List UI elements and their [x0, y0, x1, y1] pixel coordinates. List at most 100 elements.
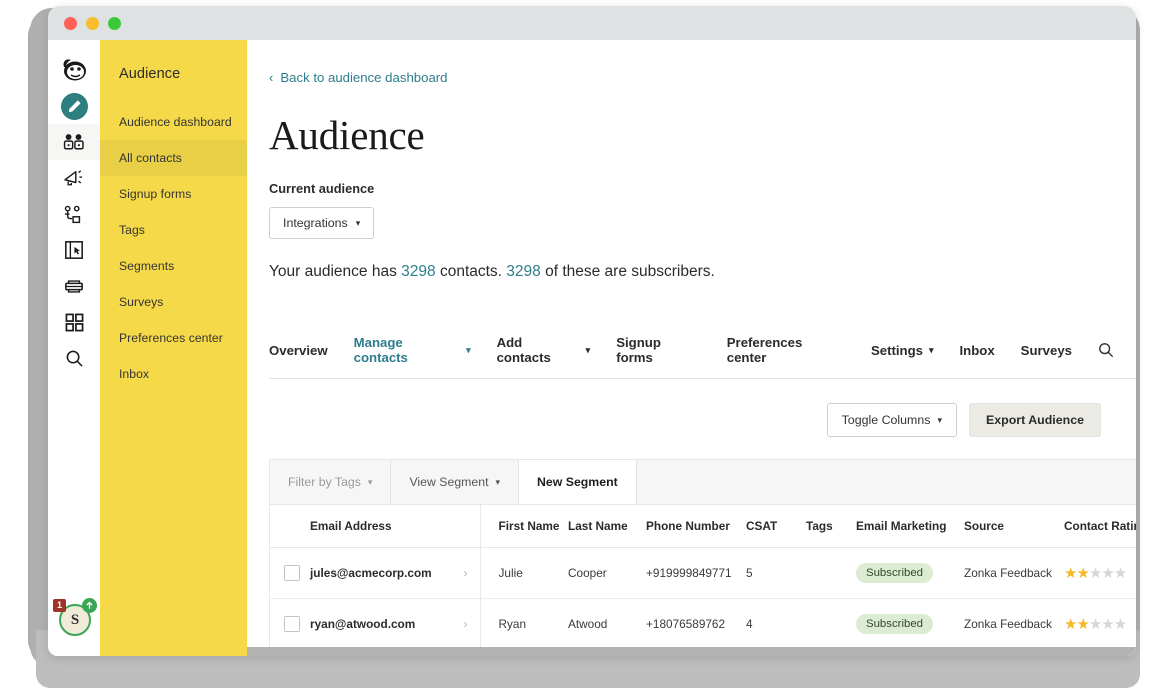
filter-by-tags-dropdown[interactable]: Filter by Tags ▾ [270, 460, 392, 504]
notification-badge[interactable]: 1 [53, 599, 66, 612]
row-source: Zonka Feedback [964, 598, 1064, 650]
window-titlebar [48, 6, 1136, 40]
campaign-pencil-icon[interactable] [48, 88, 100, 124]
chevron-down-icon: ▾ [466, 344, 471, 355]
maximize-button[interactable] [108, 16, 121, 30]
sidebar-item-audience-dashboard[interactable]: Audience dashboard [100, 104, 247, 140]
close-button[interactable] [64, 16, 77, 30]
toggle-columns-button[interactable]: Toggle Columns ▾ [826, 403, 957, 437]
sidebar-item-surveys[interactable]: Surveys [100, 284, 247, 320]
tab-settings[interactable]: Settings ▾ [871, 343, 934, 358]
row-email[interactable]: jules@acmecorp.com [310, 566, 432, 580]
main-tabbar: Overview Manage contacts ▾ Add contacts … [269, 335, 1136, 379]
page-title: Audience [269, 112, 425, 158]
view-segment-dropdown[interactable]: View Segment ▾ [391, 460, 520, 504]
current-audience-label: Current audience [269, 181, 375, 196]
contacts-table-head: Email Address First Name Last Name Phone… [270, 505, 1136, 548]
row-last-name: Cooper [568, 547, 646, 599]
chevron-down-icon: ▾ [928, 344, 934, 355]
chevron-right-icon[interactable]: › [464, 617, 468, 631]
audience-sidebar: Audience Audience dashboard All contacts… [100, 40, 247, 656]
chevron-down-icon: ▾ [355, 217, 361, 228]
tab-signup-forms-label: Signup forms [616, 335, 661, 365]
column-header-source[interactable]: Source [964, 505, 1064, 548]
column-header-email-marketing[interactable]: Email Marketing [856, 505, 964, 548]
tab-surveys-label: Surveys [1020, 342, 1072, 358]
tab-add-contacts[interactable]: Add contacts ▾ [497, 335, 591, 365]
column-header-last-name[interactable]: Last Name [568, 505, 646, 548]
chevron-down-icon: ▾ [937, 414, 942, 425]
table-row[interactable]: ryan@atwood.com › Ryan Atwood +180765897… [270, 598, 1136, 650]
main-content: ‹ Back to audience dashboard Audience Cu… [247, 40, 1136, 656]
horizontal-scrollbar[interactable] [247, 647, 1136, 656]
row-contact-rating[interactable]: ★★★★★ [1064, 598, 1136, 650]
back-to-audience-dashboard-link[interactable]: ‹ Back to audience dashboard [269, 70, 1136, 85]
row-checkbox-cell [270, 598, 310, 650]
sidebar-item-inbox[interactable]: Inbox [100, 356, 247, 392]
column-header-email[interactable]: Email Address [310, 505, 481, 548]
sidebar-title: Audience [119, 66, 181, 82]
row-checkbox[interactable] [284, 565, 300, 581]
search-icon[interactable] [48, 340, 100, 376]
tab-inbox[interactable]: Inbox [960, 343, 995, 358]
export-audience-button[interactable]: Export Audience [969, 403, 1101, 437]
integrations-dropdown[interactable]: Integrations ▾ [269, 207, 375, 239]
row-csat: 5 [746, 547, 806, 599]
chevron-right-icon[interactable]: › [464, 566, 468, 580]
subscribers-count[interactable]: 3298 [506, 263, 540, 280]
column-header-phone-number[interactable]: Phone Number [646, 505, 746, 548]
integrations-label: Integrations [283, 216, 348, 230]
column-header-first-name[interactable]: First Name [480, 505, 568, 548]
column-header-contact-rating[interactable]: Contact Rating [1064, 505, 1136, 548]
tabbar-search-icon[interactable] [1098, 342, 1114, 358]
table-header-row: Email Address First Name Last Name Phone… [270, 505, 1136, 548]
row-checkbox[interactable] [284, 616, 300, 632]
sidebar-item-signup-forms[interactable]: Signup forms [100, 176, 247, 212]
row-contact-rating[interactable]: ★★★★★ [1064, 547, 1136, 599]
sidebar-item-segments[interactable]: Segments [100, 248, 247, 284]
column-header-csat[interactable]: CSAT [746, 505, 806, 548]
minimize-button[interactable] [86, 16, 99, 30]
row-phone: +919999849771 [646, 547, 746, 599]
grid-apps-icon[interactable] [48, 304, 100, 340]
postcard-icon[interactable] [48, 268, 100, 304]
app-body: S 1 Audience Audience dashboard All cont… [48, 40, 1136, 656]
tab-preferences-center[interactable]: Preferences center [727, 335, 845, 365]
row-phone: +18076589762 [646, 598, 746, 650]
megaphone-icon[interactable] [48, 160, 100, 196]
sidebar-item-preferences-center[interactable]: Preferences center [100, 320, 247, 356]
status-badge: Subscribed [856, 563, 933, 583]
sidebar-item-tags[interactable]: Tags [100, 212, 247, 248]
user-avatar-group[interactable]: S 1 [53, 598, 97, 638]
column-header-tags[interactable]: Tags [806, 505, 856, 548]
row-email-marketing: Subscribed [856, 547, 964, 599]
icon-rail: S 1 [48, 40, 100, 656]
status-badge: Subscribed [856, 614, 933, 634]
toggle-columns-label: Toggle Columns [841, 413, 931, 427]
tab-surveys[interactable]: Surveys [1021, 343, 1072, 358]
mailchimp-logo-icon[interactable] [48, 52, 100, 88]
upgrade-arrow-icon[interactable] [82, 598, 97, 613]
tab-settings-label: Settings [870, 342, 923, 358]
sidebar-item-all-contacts[interactable]: All contacts [100, 140, 247, 176]
automation-icon[interactable] [48, 196, 100, 232]
summary-middle: contacts. [435, 263, 507, 280]
contacts-table-body: jules@acmecorp.com › Julie Cooper +91999… [270, 547, 1136, 656]
select-all-header [270, 505, 310, 548]
table-toolbar: Toggle Columns ▾ Export Audience [269, 403, 1136, 437]
landing-page-icon[interactable] [48, 232, 100, 268]
new-segment-button[interactable]: New Segment [519, 460, 637, 504]
new-segment-label: New Segment [537, 475, 618, 489]
tab-manage-contacts[interactable]: Manage contacts ▾ [354, 335, 471, 365]
row-first-name: Julie [480, 547, 568, 599]
row-csat: 4 [746, 598, 806, 650]
audience-people-icon[interactable] [48, 124, 100, 160]
tab-signup-forms[interactable]: Signup forms [616, 335, 701, 365]
table-row[interactable]: jules@acmecorp.com › Julie Cooper +91999… [270, 547, 1136, 599]
tab-manage-contacts-label: Manage contacts [353, 335, 408, 365]
row-email[interactable]: ryan@atwood.com [310, 617, 415, 631]
summary-suffix: of these are subscribers. [540, 263, 715, 280]
contacts-count[interactable]: 3298 [401, 263, 435, 280]
back-link-label: Back to audience dashboard [280, 70, 448, 85]
tab-overview[interactable]: Overview [269, 343, 328, 358]
